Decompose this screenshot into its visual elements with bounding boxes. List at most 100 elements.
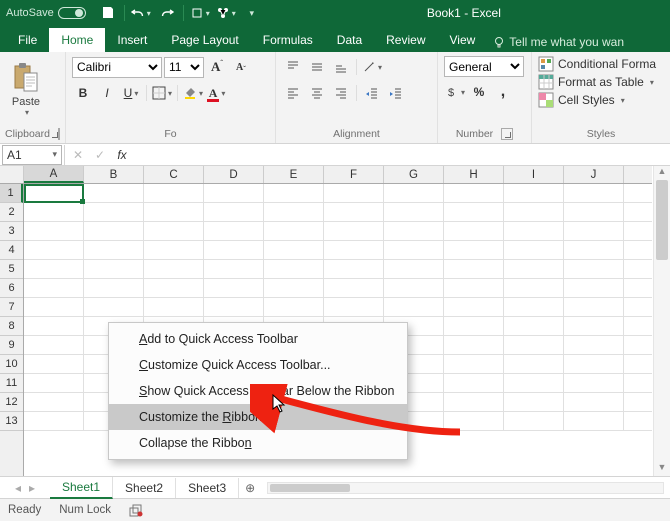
cell[interactable] bbox=[24, 336, 84, 355]
select-all-corner[interactable] bbox=[0, 166, 24, 184]
qat-item-1[interactable]: ▾ bbox=[188, 2, 212, 24]
cell[interactable] bbox=[504, 203, 564, 222]
col-header[interactable]: D bbox=[204, 166, 264, 183]
cell[interactable] bbox=[444, 374, 504, 393]
cell[interactable] bbox=[504, 241, 564, 260]
cell[interactable] bbox=[24, 393, 84, 412]
row-header[interactable]: 4 bbox=[0, 241, 23, 260]
scroll-up-icon[interactable]: ▲ bbox=[654, 166, 670, 180]
row-header[interactable]: 6 bbox=[0, 279, 23, 298]
cell[interactable] bbox=[444, 355, 504, 374]
row-header[interactable]: 1 bbox=[0, 184, 23, 203]
tab-file[interactable]: File bbox=[6, 28, 49, 52]
cell[interactable] bbox=[324, 184, 384, 203]
vertical-scrollbar[interactable]: ▲ ▼ bbox=[653, 166, 670, 476]
bold-button[interactable]: B bbox=[72, 82, 94, 104]
col-header[interactable]: I bbox=[504, 166, 564, 183]
cell[interactable] bbox=[564, 355, 624, 374]
cell[interactable] bbox=[504, 317, 564, 336]
borders-button[interactable]: ▾ bbox=[151, 82, 173, 104]
context-menu-item[interactable]: Collapse the Ribbon bbox=[109, 430, 407, 456]
cell[interactable] bbox=[564, 317, 624, 336]
decrease-indent-button[interactable] bbox=[361, 82, 383, 104]
cell[interactable] bbox=[204, 298, 264, 317]
cell[interactable] bbox=[564, 279, 624, 298]
cell[interactable] bbox=[84, 184, 144, 203]
spreadsheet-grid[interactable]: A B C D E F G H I J 12345678910111213 ▲ … bbox=[0, 166, 670, 476]
font-name-select[interactable]: Calibri bbox=[72, 57, 162, 78]
paste-button[interactable]: Paste ▾ bbox=[6, 56, 46, 122]
cell[interactable] bbox=[384, 241, 444, 260]
sheet-nav-prev[interactable]: ◂ bbox=[15, 481, 21, 495]
name-box[interactable]: A1 ▾ bbox=[2, 145, 62, 165]
tell-me-search[interactable]: Tell me what you wan bbox=[493, 35, 624, 52]
cell[interactable] bbox=[264, 241, 324, 260]
cell[interactable] bbox=[144, 184, 204, 203]
cell[interactable] bbox=[564, 260, 624, 279]
tab-home[interactable]: Home bbox=[49, 28, 105, 52]
row-header[interactable]: 10 bbox=[0, 355, 23, 374]
row-header[interactable]: 12 bbox=[0, 393, 23, 412]
align-bottom-button[interactable] bbox=[330, 56, 352, 78]
cell[interactable] bbox=[84, 279, 144, 298]
cell[interactable] bbox=[204, 260, 264, 279]
insert-function-button[interactable]: fx bbox=[111, 144, 133, 166]
toggle-off-icon[interactable] bbox=[58, 7, 86, 19]
row-header[interactable]: 11 bbox=[0, 374, 23, 393]
tab-data[interactable]: Data bbox=[325, 28, 374, 52]
cell[interactable] bbox=[264, 279, 324, 298]
context-menu-item[interactable]: Customize the Ribbon... bbox=[109, 404, 407, 430]
active-cell[interactable] bbox=[24, 184, 84, 203]
increase-indent-button[interactable] bbox=[385, 82, 407, 104]
col-header[interactable]: E bbox=[264, 166, 324, 183]
cell[interactable] bbox=[204, 279, 264, 298]
align-top-button[interactable] bbox=[282, 56, 304, 78]
cell[interactable] bbox=[264, 260, 324, 279]
tab-formulas[interactable]: Formulas bbox=[251, 28, 325, 52]
cell[interactable] bbox=[444, 393, 504, 412]
save-button[interactable] bbox=[96, 2, 120, 24]
col-header[interactable]: C bbox=[144, 166, 204, 183]
col-header[interactable]: G bbox=[384, 166, 444, 183]
qat-item-2[interactable]: ▾ bbox=[214, 2, 238, 24]
cell[interactable] bbox=[204, 184, 264, 203]
redo-button[interactable] bbox=[155, 2, 179, 24]
cell[interactable] bbox=[324, 298, 384, 317]
tab-review[interactable]: Review bbox=[374, 28, 437, 52]
row-header[interactable]: 7 bbox=[0, 298, 23, 317]
cell[interactable] bbox=[504, 393, 564, 412]
cell[interactable] bbox=[444, 260, 504, 279]
row-header[interactable]: 13 bbox=[0, 412, 23, 431]
cell[interactable] bbox=[204, 241, 264, 260]
cell[interactable] bbox=[84, 241, 144, 260]
cell[interactable] bbox=[504, 279, 564, 298]
cell[interactable] bbox=[444, 222, 504, 241]
cell[interactable] bbox=[564, 298, 624, 317]
decrease-font-size-button[interactable]: Aˇ bbox=[230, 56, 252, 78]
comma-format-button[interactable]: , bbox=[492, 81, 514, 103]
sheet-tab[interactable]: Sheet1 bbox=[50, 477, 113, 499]
cell[interactable] bbox=[24, 279, 84, 298]
cell[interactable] bbox=[84, 203, 144, 222]
cell[interactable] bbox=[144, 203, 204, 222]
cell[interactable] bbox=[264, 184, 324, 203]
cell[interactable] bbox=[384, 279, 444, 298]
fill-color-button[interactable]: ▾ bbox=[182, 82, 204, 104]
cell[interactable] bbox=[204, 222, 264, 241]
dialog-launcher-icon[interactable] bbox=[58, 128, 60, 140]
cell[interactable] bbox=[24, 374, 84, 393]
cancel-formula-button[interactable]: ✕ bbox=[67, 144, 89, 166]
cell[interactable] bbox=[384, 222, 444, 241]
cell[interactable] bbox=[324, 203, 384, 222]
cell[interactable] bbox=[564, 241, 624, 260]
row-header[interactable]: 9 bbox=[0, 336, 23, 355]
tab-view[interactable]: View bbox=[438, 28, 488, 52]
font-color-button[interactable]: A ▾ bbox=[206, 82, 228, 104]
cell[interactable] bbox=[564, 184, 624, 203]
cell[interactable] bbox=[504, 222, 564, 241]
scroll-thumb[interactable] bbox=[270, 484, 350, 492]
cell-styles-button[interactable]: Cell Styles bbox=[558, 93, 615, 107]
context-menu-item[interactable]: Add to Quick Access Toolbar bbox=[109, 326, 407, 352]
cell[interactable] bbox=[384, 184, 444, 203]
cell[interactable] bbox=[84, 298, 144, 317]
